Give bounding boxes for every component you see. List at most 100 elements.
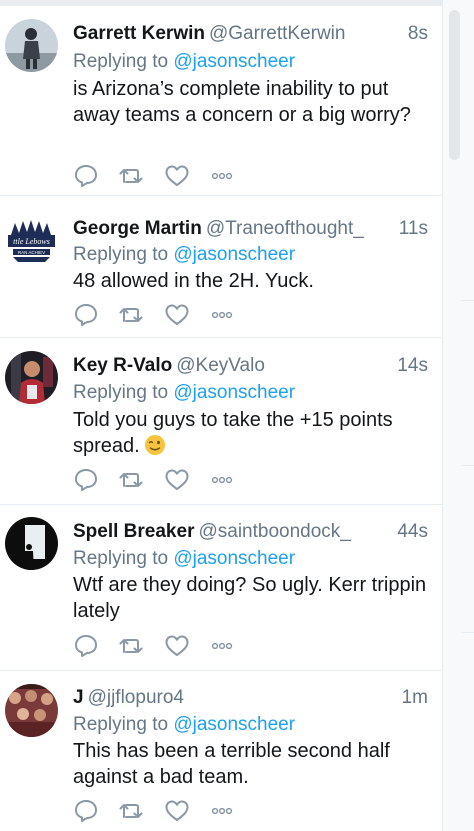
timestamp[interactable]: 44s (397, 519, 428, 545)
tweet-header: George Martin @Traneofthought_ 11s (73, 216, 428, 242)
person-silhouette-avatar-icon (5, 19, 58, 72)
scrollbar-thumb[interactable] (449, 10, 460, 160)
retweet-icon (119, 169, 143, 183)
avatar[interactable] (5, 351, 58, 404)
reply-icon (75, 469, 97, 491)
tweet-text: Told you guys to take the +15 points spr… (73, 407, 433, 459)
more-dots-icon (211, 642, 233, 650)
avatar[interactable] (5, 684, 58, 737)
tweet-text: This has been a terrible second half aga… (73, 740, 390, 788)
reply-button[interactable] (73, 798, 101, 824)
retweet-button[interactable] (118, 467, 146, 493)
reply-button[interactable] (73, 302, 101, 328)
user-handle[interactable]: @GarrettKerwin (209, 23, 346, 44)
side-divider (462, 632, 474, 633)
display-name[interactable]: Garrett Kerwin (73, 23, 205, 44)
reply-button[interactable] (73, 467, 101, 493)
mention-link[interactable]: @jasonscheer (173, 548, 295, 569)
reply-icon (75, 800, 97, 822)
tweet-text: is Arizona’s complete inability to put a… (73, 78, 411, 126)
tweet-item[interactable]: Garrett Kerwin @GarrettKerwin 8s Replying… (0, 0, 442, 196)
crowd-photo-avatar-icon (5, 684, 58, 737)
reply-icon (75, 635, 97, 657)
more-options-button[interactable] (209, 467, 237, 493)
mention-link[interactable]: @jasonscheer (173, 244, 295, 265)
tweet-text-content: Told you guys to take the +15 points spr… (73, 409, 393, 457)
tweet-item[interactable]: Key R-Valo @KeyValo 14s Replying to @jaso… (0, 338, 442, 505)
user-handle[interactable]: @saintboondock_ (198, 521, 350, 542)
more-dots-icon (211, 311, 233, 319)
replying-to-label: Replying to (73, 244, 169, 265)
heart-icon (165, 304, 189, 325)
heart-icon (165, 469, 189, 490)
tweet-header: J @jjflopuro4 1m (73, 685, 428, 711)
like-button[interactable] (164, 798, 192, 824)
winking-face-icon (144, 435, 165, 455)
mention-link[interactable]: @jasonscheer (173, 382, 295, 403)
replying-to-label: Replying to (73, 714, 169, 735)
side-divider (462, 300, 474, 301)
display-name[interactable]: George Martin (73, 218, 202, 239)
user-handle[interactable]: @KeyValo (176, 355, 265, 376)
like-button[interactable] (164, 633, 192, 659)
big-lebowski-logo-avatar-icon: ttle Lebows RAN ACHIEV (5, 215, 58, 268)
tweet-header: Key R-Valo @KeyValo 14s (73, 353, 428, 379)
timestamp[interactable]: 8s (408, 21, 428, 47)
timestamp[interactable]: 1m (402, 685, 428, 711)
reply-button[interactable] (73, 163, 101, 189)
display-name[interactable]: J (73, 687, 84, 708)
avatar[interactable]: ttle Lebows RAN ACHIEV (5, 215, 58, 268)
replying-to-label: Replying to (73, 51, 169, 72)
retweet-button[interactable] (118, 798, 146, 824)
like-button[interactable] (164, 163, 192, 189)
mention-link[interactable]: @jasonscheer (173, 51, 295, 72)
display-name[interactable]: Key R-Valo (73, 355, 172, 376)
more-options-button[interactable] (209, 302, 237, 328)
reply-icon (75, 165, 97, 187)
more-options-button[interactable] (209, 163, 237, 189)
reply-icon (75, 304, 97, 326)
mention-link[interactable]: @jasonscheer (173, 714, 295, 735)
tweet-item[interactable]: ttle Lebows RAN ACHIEV George Martin @Tra… (0, 196, 442, 338)
heart-icon (165, 800, 189, 821)
svg-text:RAN ACHIEV: RAN ACHIEV (18, 250, 45, 255)
replying-to-label: Replying to (73, 548, 169, 569)
more-options-button[interactable] (209, 798, 237, 824)
more-dots-icon (211, 476, 233, 484)
replying-to-line: Replying to @jasonscheer (73, 49, 295, 75)
retweet-icon (119, 804, 143, 818)
reply-button[interactable] (73, 633, 101, 659)
svg-text:ttle Lebows: ttle Lebows (13, 237, 50, 246)
tweet-text: 48 allowed in the 2H. Yuck. (73, 270, 314, 292)
retweet-icon (119, 639, 143, 653)
retweet-button[interactable] (118, 633, 146, 659)
like-button[interactable] (164, 302, 192, 328)
user-handle[interactable]: @Traneofthought_ (206, 218, 364, 239)
avatar[interactable] (5, 517, 58, 570)
like-button[interactable] (164, 467, 192, 493)
more-dots-icon (211, 172, 233, 180)
reply-feed: Garrett Kerwin @GarrettKerwin 8s Replying… (0, 0, 443, 831)
more-dots-icon (211, 807, 233, 815)
doorway-silhouette-avatar-icon (5, 517, 58, 570)
retweet-icon (119, 308, 143, 322)
heart-icon (165, 165, 189, 186)
tweet-item[interactable]: J @jjflopuro4 1m Replying to @jasonscheer… (0, 671, 442, 831)
timestamp[interactable]: 11s (399, 216, 428, 242)
replying-to-line: Replying to @jasonscheer (73, 380, 295, 406)
tweet-header: Garrett Kerwin @GarrettKerwin 8s (73, 21, 428, 47)
replying-to-line: Replying to @jasonscheer (73, 242, 295, 268)
replying-to-line: Replying to @jasonscheer (73, 546, 295, 572)
tweet-header: Spell Breaker @saintboondock_ 44s (73, 519, 428, 545)
user-handle[interactable]: @jjflopuro4 (88, 687, 184, 708)
replying-to-line: Replying to @jasonscheer (73, 712, 295, 738)
retweet-icon (119, 473, 143, 487)
timestamp[interactable]: 14s (397, 353, 428, 379)
retweet-button[interactable] (118, 163, 146, 189)
tweet-text: Wtf are they doing? So ugly. Kerr trippi… (73, 574, 427, 622)
retweet-button[interactable] (118, 302, 146, 328)
more-options-button[interactable] (209, 633, 237, 659)
avatar[interactable] (5, 19, 58, 72)
tweet-item[interactable]: Spell Breaker @saintboondock_ 44s Replyin… (0, 505, 442, 671)
display-name[interactable]: Spell Breaker (73, 521, 194, 542)
